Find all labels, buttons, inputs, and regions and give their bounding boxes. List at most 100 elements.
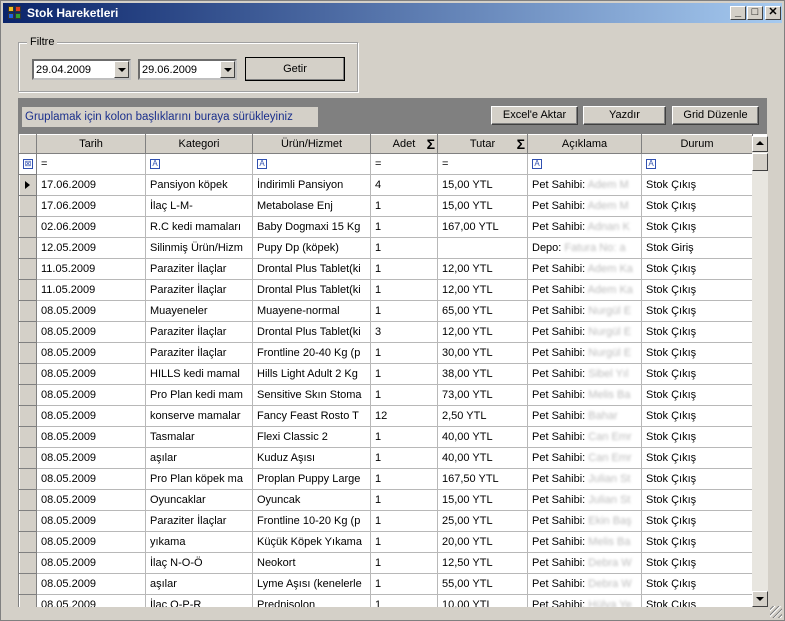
description-cell[interactable]: Pet Sahibi: Adem Ka: [527, 258, 642, 280]
row-indicator[interactable]: [19, 342, 37, 364]
product-cell[interactable]: Oyuncak: [252, 489, 371, 511]
status-cell[interactable]: Stok Çıkış: [641, 594, 753, 607]
product-cell[interactable]: Kuduz Aşısı: [252, 447, 371, 469]
row-indicator[interactable]: [19, 384, 37, 406]
table-row[interactable]: 02.06.2009 R.C kedi mamaları Baby Dogmaxi …: [19, 216, 753, 238]
fetch-button[interactable]: Getir: [245, 57, 345, 81]
column-header[interactable]: Tutar Σ: [437, 134, 528, 154]
status-cell[interactable]: Stok Çıkış: [641, 552, 753, 574]
product-cell[interactable]: Fancy Feast Rosto T: [252, 405, 371, 427]
status-cell[interactable]: Stok Çıkış: [641, 195, 753, 217]
description-cell[interactable]: Pet Sahibi: Debra W: [527, 552, 642, 574]
amount-cell[interactable]: 40,00 YTL: [437, 447, 528, 469]
table-row[interactable]: 08.05.2009 Pro Plan köpek ma Proplan Puppy…: [19, 468, 753, 490]
date-cell[interactable]: 11.05.2009: [36, 279, 146, 301]
category-cell[interactable]: Paraziter İlaçlar: [145, 279, 253, 301]
product-cell[interactable]: İndirimli Pansiyon: [252, 174, 371, 196]
title-bar[interactable]: Stok Hareketleri _ □ ✕: [3, 3, 782, 23]
table-row[interactable]: 08.05.2009 konserve mamalar Fancy Feast Ro…: [19, 405, 753, 427]
status-cell[interactable]: Stok Çıkış: [641, 321, 753, 343]
row-indicator[interactable]: [19, 594, 37, 607]
quantity-cell[interactable]: 1: [370, 573, 438, 595]
row-indicator[interactable]: [19, 279, 37, 301]
amount-cell[interactable]: 10,00 YTL: [437, 594, 528, 607]
status-cell[interactable]: Stok Çıkış: [641, 384, 753, 406]
amount-cell[interactable]: 65,00 YTL: [437, 300, 528, 322]
product-cell[interactable]: Frontline 10-20 Kg (p: [252, 510, 371, 532]
date-cell[interactable]: 08.05.2009: [36, 573, 146, 595]
category-cell[interactable]: İlaç N-O-Ö: [145, 552, 253, 574]
product-cell[interactable]: Baby Dogmaxi 15 Kg: [252, 216, 371, 238]
scroll-down-icon[interactable]: [752, 591, 768, 607]
description-cell[interactable]: Pet Sahibi: Nurgül E: [527, 342, 642, 364]
status-cell[interactable]: Stok Çıkış: [641, 531, 753, 553]
vertical-scrollbar[interactable]: [752, 136, 768, 607]
minimize-button[interactable]: _: [730, 6, 746, 20]
row-indicator[interactable]: [19, 258, 37, 280]
product-cell[interactable]: Drontal Plus Tablet(ki: [252, 258, 371, 280]
column-filter-cell[interactable]: A: [641, 153, 753, 175]
amount-cell[interactable]: 2,50 YTL: [437, 405, 528, 427]
sum-icon[interactable]: Σ: [427, 136, 435, 152]
date-cell[interactable]: 08.05.2009: [36, 594, 146, 607]
date-cell[interactable]: 02.06.2009: [36, 216, 146, 238]
product-cell[interactable]: Lyme Aşısı (kenelerle: [252, 573, 371, 595]
table-row[interactable]: 11.05.2009 Paraziter İlaçlar Drontal Plus …: [19, 279, 753, 301]
product-cell[interactable]: Frontline 20-40 Kg (p: [252, 342, 371, 364]
row-indicator[interactable]: [19, 426, 37, 448]
description-cell[interactable]: Pet Sahibi: Can Emr: [527, 426, 642, 448]
description-cell[interactable]: Pet Sahibi: Sibel Yıl: [527, 363, 642, 385]
status-cell[interactable]: Stok Çıkış: [641, 447, 753, 469]
date-cell[interactable]: 08.05.2009: [36, 321, 146, 343]
date-cell[interactable]: 08.05.2009: [36, 342, 146, 364]
date-cell[interactable]: 11.05.2009: [36, 258, 146, 280]
category-cell[interactable]: İlaç L-M-: [145, 195, 253, 217]
description-cell[interactable]: Pet Sahibi: Ekin Baş: [527, 510, 642, 532]
description-cell[interactable]: Pet Sahibi: Adnan K: [527, 216, 642, 238]
table-row[interactable]: 08.05.2009 Oyuncaklar Oyuncak 1 15,00 YTL Pet…: [19, 489, 753, 511]
scroll-thumb[interactable]: [752, 153, 768, 171]
table-row[interactable]: 08.05.2009 İlaç N-O-Ö Neokort 1 12,50 YTL Pet…: [19, 552, 753, 574]
maximize-button[interactable]: □: [747, 6, 763, 20]
status-cell[interactable]: Stok Çıkış: [641, 363, 753, 385]
product-cell[interactable]: Sensitive Skın Stoma: [252, 384, 371, 406]
status-cell[interactable]: Stok Çıkış: [641, 510, 753, 532]
category-cell[interactable]: Pansiyon köpek: [145, 174, 253, 196]
date-cell[interactable]: 08.05.2009: [36, 447, 146, 469]
amount-cell[interactable]: 12,00 YTL: [437, 258, 528, 280]
quantity-cell[interactable]: 1: [370, 468, 438, 490]
quantity-cell[interactable]: 4: [370, 174, 438, 196]
quantity-cell[interactable]: 12: [370, 405, 438, 427]
category-cell[interactable]: Tasmalar: [145, 426, 253, 448]
table-row[interactable]: 08.05.2009 aşılar Lyme Aşısı (kenelerle 1 55…: [19, 573, 753, 595]
scroll-up-icon[interactable]: [752, 136, 768, 152]
close-button[interactable]: ✕: [765, 6, 781, 20]
quantity-cell[interactable]: 1: [370, 216, 438, 238]
quantity-cell[interactable]: 1: [370, 342, 438, 364]
status-cell[interactable]: Stok Çıkış: [641, 216, 753, 238]
amount-cell[interactable]: [437, 237, 528, 259]
quantity-cell[interactable]: 3: [370, 321, 438, 343]
status-cell[interactable]: Stok Giriş: [641, 237, 753, 259]
text-filter-icon[interactable]: A: [532, 159, 542, 170]
table-row[interactable]: 12.05.2009 Silinmiş Ürün/Hizm Pupy Dp (köp…: [19, 237, 753, 259]
row-indicator[interactable]: [19, 573, 37, 595]
status-cell[interactable]: Stok Çıkış: [641, 426, 753, 448]
product-cell[interactable]: Hills Light Adult 2 Kg: [252, 363, 371, 385]
resize-grip-icon[interactable]: [770, 606, 782, 618]
table-row[interactable]: 11.05.2009 Paraziter İlaçlar Drontal Plus …: [19, 258, 753, 280]
description-cell[interactable]: Pet Sahibi: Melis Ba: [527, 531, 642, 553]
column-header[interactable]: Kategori: [145, 134, 253, 154]
row-indicator[interactable]: [19, 531, 37, 553]
description-cell[interactable]: Pet Sahibi: Bahar: [527, 405, 642, 427]
amount-cell[interactable]: 73,00 YTL: [437, 384, 528, 406]
quantity-cell[interactable]: 1: [370, 363, 438, 385]
row-indicator[interactable]: [19, 405, 37, 427]
amount-cell[interactable]: 40,00 YTL: [437, 426, 528, 448]
row-indicator[interactable]: [19, 468, 37, 490]
table-row[interactable]: 08.05.2009 Pro Plan kedi mam Sensitive Skı…: [19, 384, 753, 406]
table-row[interactable]: 08.05.2009 yıkama Küçük Köpek Yıkama 1 20,00…: [19, 531, 753, 553]
text-filter-icon[interactable]: A: [150, 159, 160, 170]
row-indicator[interactable]: [19, 237, 37, 259]
category-cell[interactable]: Oyuncaklar: [145, 489, 253, 511]
